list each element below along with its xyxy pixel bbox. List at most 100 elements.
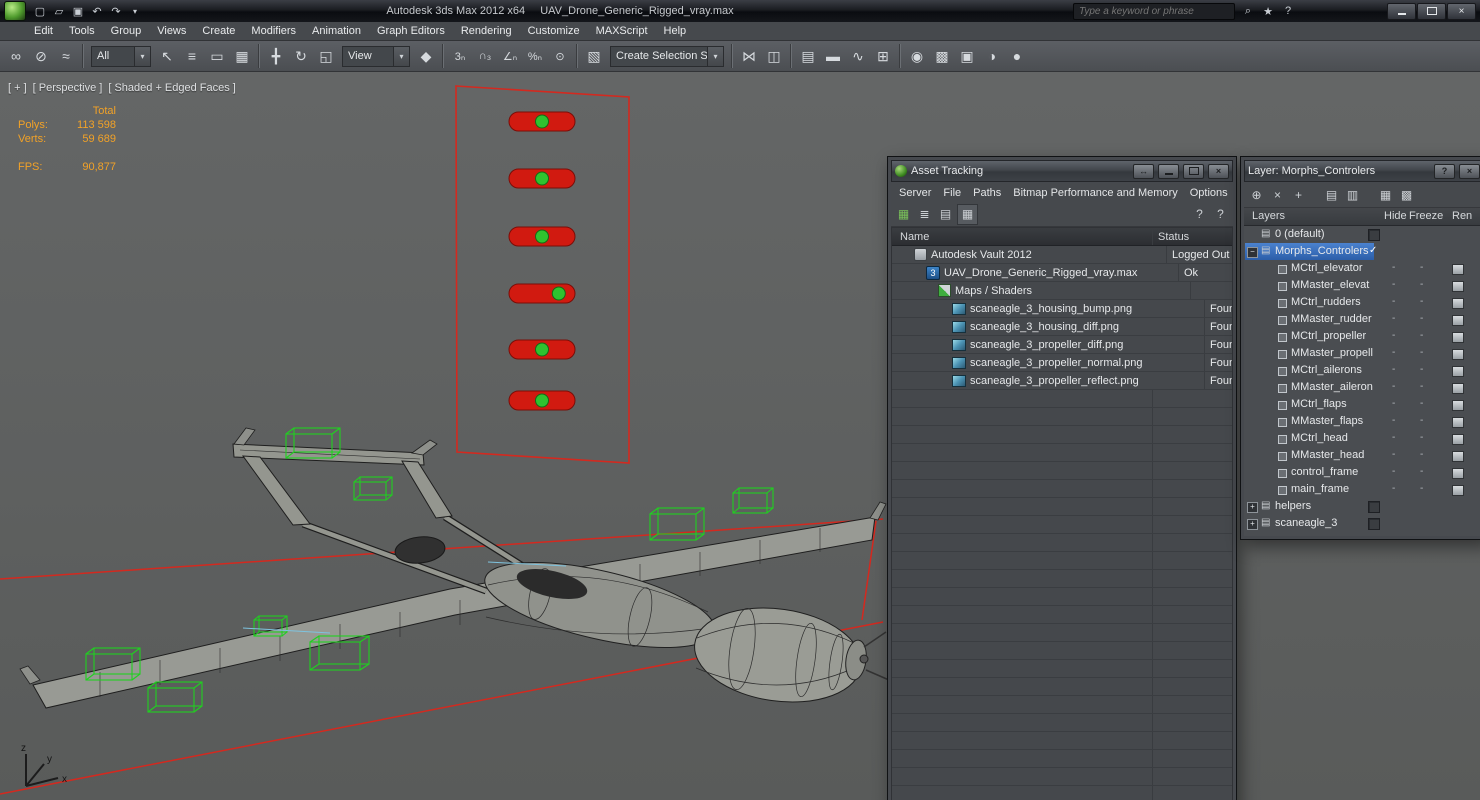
layer-object-row[interactable]: control_frame -- bbox=[1244, 464, 1480, 481]
hide-freeze-icon[interactable]: ▦ bbox=[1376, 186, 1395, 205]
renderable-toggle-icon[interactable] bbox=[1452, 383, 1464, 394]
layer-row-helpers[interactable]: + ▤ helpers bbox=[1244, 498, 1480, 515]
select-and-rotate-icon[interactable]: ↻ bbox=[289, 44, 313, 68]
select-highlighted-icon[interactable]: ▤ bbox=[1322, 186, 1341, 205]
morph-slider[interactable] bbox=[508, 283, 576, 304]
expand-toggle[interactable]: + bbox=[1247, 519, 1258, 530]
column-header-freeze[interactable]: Freeze bbox=[1409, 210, 1443, 222]
hide-checkbox[interactable] bbox=[1368, 501, 1380, 513]
renderable-toggle-icon[interactable] bbox=[1452, 264, 1464, 275]
renderable-toggle-icon[interactable] bbox=[1452, 485, 1464, 496]
curve-editor-icon[interactable]: ∿ bbox=[846, 44, 870, 68]
viewport-general-menu[interactable]: [ + ] bbox=[8, 82, 27, 94]
menu-create[interactable]: Create bbox=[194, 22, 243, 40]
mirror-icon[interactable]: ⋈ bbox=[737, 44, 761, 68]
layer-manager-titlebar[interactable]: Layer: Morphs_Controlers ? × bbox=[1244, 160, 1480, 182]
named-selection-set-dropdown[interactable]: Create Selection Se ▾ bbox=[610, 45, 724, 67]
search-input[interactable] bbox=[1073, 2, 1235, 20]
selection-filter-dropdown[interactable]: All ▾ bbox=[91, 45, 151, 67]
keyboard-shortcut-override-icon[interactable]: 3ₙ bbox=[448, 44, 472, 68]
asset-row-bitmap[interactable]: scaneagle_3_propeller_normal.png Found bbox=[892, 354, 1232, 372]
renderable-toggle-icon[interactable] bbox=[1452, 451, 1464, 462]
layer-properties-icon[interactable]: ▩ bbox=[1397, 186, 1416, 205]
redo-icon[interactable]: ↷ bbox=[108, 3, 124, 19]
morph-slider[interactable] bbox=[508, 168, 576, 189]
layer-object-row[interactable]: MCtrl_ailerons -- bbox=[1244, 362, 1480, 379]
asset-row-bitmap[interactable]: scaneagle_3_housing_bump.png Found bbox=[892, 300, 1232, 318]
viewport-shading-menu[interactable]: [ Shaded + Edged Faces ] bbox=[108, 82, 236, 94]
bind-to-space-warp-icon[interactable]: ≈ bbox=[54, 44, 78, 68]
menu-group[interactable]: Group bbox=[103, 22, 150, 40]
dock-button[interactable]: ↔ bbox=[1133, 163, 1154, 179]
snaps-toggle-icon[interactable]: ∩₃ bbox=[473, 44, 497, 68]
render-setup-icon[interactable]: ▩ bbox=[930, 44, 954, 68]
percent-snap-icon[interactable]: %ₙ bbox=[523, 44, 547, 68]
layer-object-row[interactable]: MMaster_elevat -- bbox=[1244, 277, 1480, 294]
asset-row-bitmap[interactable]: scaneagle_3_propeller_diff.png Found bbox=[892, 336, 1232, 354]
layer-object-row[interactable]: MCtrl_head -- bbox=[1244, 430, 1480, 447]
rendered-frame-window-icon[interactable]: ▣ bbox=[955, 44, 979, 68]
layer-table-header[interactable]: Layers Hide Freeze Ren bbox=[1244, 208, 1480, 226]
refresh-status-icon[interactable]: ▦ bbox=[894, 205, 913, 224]
menu-tools[interactable]: Tools bbox=[61, 22, 103, 40]
hide-checkbox[interactable] bbox=[1368, 229, 1380, 241]
menu-views[interactable]: Views bbox=[149, 22, 194, 40]
asset-tracking-titlebar[interactable]: Asset Tracking ↔ × bbox=[891, 160, 1233, 182]
column-header-render[interactable]: Ren bbox=[1452, 210, 1476, 222]
menu-customize[interactable]: Customize bbox=[520, 22, 588, 40]
asset-row-bitmap[interactable]: scaneagle_3_housing_diff.png Found bbox=[892, 318, 1232, 336]
context-help-icon[interactable]: ? bbox=[1190, 205, 1209, 224]
asset-menu-server[interactable]: Server bbox=[893, 187, 937, 199]
help-icon[interactable]: ? bbox=[1281, 4, 1295, 18]
highlight-selected-icon[interactable]: ▥ bbox=[1343, 186, 1362, 205]
menu-graph-editors[interactable]: Graph Editors bbox=[369, 22, 453, 40]
layer-object-row[interactable]: MMaster_flaps -- bbox=[1244, 413, 1480, 430]
renderable-toggle-icon[interactable] bbox=[1452, 281, 1464, 292]
asset-row-vault[interactable]: Autodesk Vault 2012 Logged Out ... bbox=[892, 246, 1232, 264]
asset-close-button[interactable]: × bbox=[1208, 163, 1229, 179]
details-view-icon[interactable]: ▤ bbox=[936, 205, 955, 224]
uav-drone-model[interactable] bbox=[19, 427, 890, 712]
unlink-selection-icon[interactable]: ⊘ bbox=[29, 44, 53, 68]
layer-object-row[interactable]: MMaster_head -- bbox=[1244, 447, 1480, 464]
layer-help-button[interactable]: ? bbox=[1434, 163, 1455, 179]
add-to-layer-icon[interactable]: + bbox=[1289, 186, 1308, 205]
minimize-button[interactable] bbox=[1387, 2, 1416, 20]
asset-table-header[interactable]: Name Status bbox=[892, 228, 1232, 246]
menu-help[interactable]: Help bbox=[656, 22, 695, 40]
layer-object-row[interactable]: main_frame -- bbox=[1244, 481, 1480, 498]
search-icon[interactable]: ⌕ bbox=[1241, 4, 1255, 18]
column-header-layers[interactable]: Layers bbox=[1252, 210, 1285, 222]
morph-slider[interactable] bbox=[508, 390, 576, 411]
column-header-name[interactable]: Name bbox=[892, 228, 1153, 245]
asset-row-maps-shaders[interactable]: Maps / Shaders bbox=[892, 282, 1232, 300]
select-and-scale-icon[interactable]: ◱ bbox=[314, 44, 338, 68]
rectangular-selection-region-icon[interactable]: ▭ bbox=[205, 44, 229, 68]
select-and-manipulate-icon[interactable]: ◆ bbox=[414, 44, 438, 68]
asset-menu-file[interactable]: File bbox=[937, 187, 967, 199]
renderable-toggle-icon[interactable] bbox=[1452, 315, 1464, 326]
hide-checkbox[interactable] bbox=[1368, 518, 1380, 530]
3dsmax-logo-icon[interactable] bbox=[4, 1, 26, 21]
new-file-icon[interactable]: ▢ bbox=[32, 3, 48, 19]
renderable-toggle-icon[interactable] bbox=[1452, 468, 1464, 479]
renderable-toggle-icon[interactable] bbox=[1452, 332, 1464, 343]
layer-row-morphs-controlers[interactable]: − ▤ Morphs_Controlers ✓ bbox=[1244, 243, 1480, 260]
undo-icon[interactable]: ↶ bbox=[89, 3, 105, 19]
render-iterative-icon[interactable]: ◑ bbox=[980, 44, 1004, 68]
select-object-icon[interactable]: ↖ bbox=[155, 44, 179, 68]
layer-object-row[interactable]: MMaster_rudder -- bbox=[1244, 311, 1480, 328]
layer-object-row[interactable]: MCtrl_propeller -- bbox=[1244, 328, 1480, 345]
open-file-icon[interactable]: ▱ bbox=[51, 3, 67, 19]
window-crossing-icon[interactable]: ▦ bbox=[230, 44, 254, 68]
angle-snap-icon[interactable]: ∠ₙ bbox=[498, 44, 522, 68]
asset-maximize-button[interactable] bbox=[1183, 163, 1204, 179]
layer-row-scaneagle[interactable]: + ▤ scaneagle_3 bbox=[1244, 515, 1480, 532]
layer-object-row[interactable]: MMaster_aileron -- bbox=[1244, 379, 1480, 396]
column-header-status[interactable]: Status bbox=[1153, 228, 1232, 245]
named-selection-sets-icon[interactable]: ▧ bbox=[582, 44, 606, 68]
favorites-star-icon[interactable]: ★ bbox=[1261, 4, 1275, 18]
column-header-hide[interactable]: Hide bbox=[1384, 210, 1407, 222]
select-and-link-icon[interactable]: ∞ bbox=[4, 44, 28, 68]
maximize-button[interactable] bbox=[1417, 2, 1446, 20]
